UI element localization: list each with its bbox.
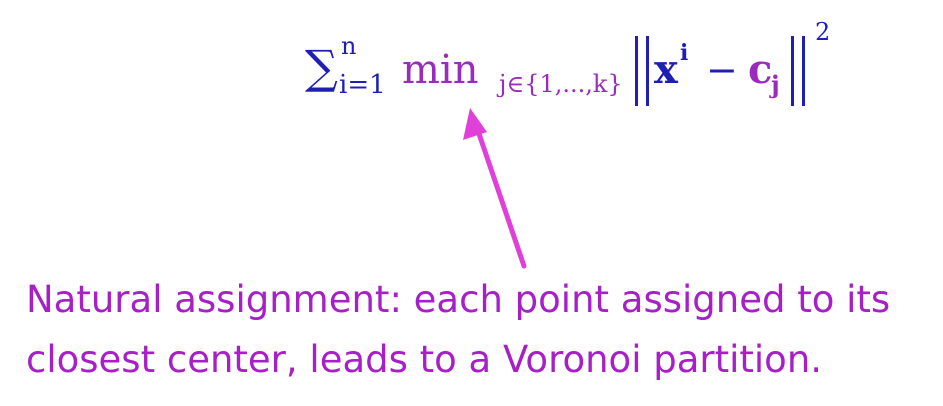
caption-line-1: Natural assignment: each point assigned … [26, 278, 891, 321]
explanation-caption: Natural assignment: each point assigned … [26, 270, 936, 390]
arrow-shaft [472, 119, 527, 269]
arrow-head [463, 108, 487, 140]
caption-line-2: closest center, leads to a Voronoi parti… [26, 338, 823, 381]
